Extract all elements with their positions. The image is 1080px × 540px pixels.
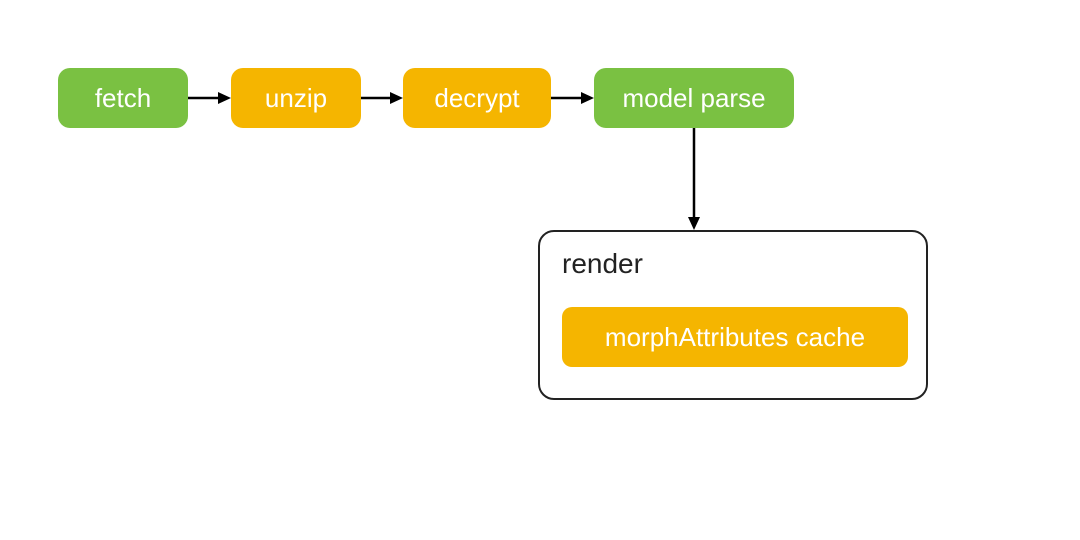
node-unzip: unzip (231, 68, 361, 128)
node-decrypt-label: decrypt (434, 83, 519, 114)
arrow-decrypt-to-model-parse (551, 88, 594, 108)
node-model-parse-label: model parse (622, 83, 765, 114)
node-decrypt: decrypt (403, 68, 551, 128)
node-fetch: fetch (58, 68, 188, 128)
container-render: render morphAttributes cache (538, 230, 928, 400)
node-fetch-label: fetch (95, 83, 151, 114)
arrow-model-parse-to-render (684, 128, 704, 230)
node-model-parse: model parse (594, 68, 794, 128)
arrow-fetch-to-unzip (188, 88, 231, 108)
container-render-title: render (562, 248, 643, 280)
node-morph-attributes-cache-label: morphAttributes cache (605, 322, 865, 353)
arrow-unzip-to-decrypt (361, 88, 403, 108)
node-morph-attributes-cache: morphAttributes cache (562, 307, 908, 367)
node-unzip-label: unzip (265, 83, 327, 114)
